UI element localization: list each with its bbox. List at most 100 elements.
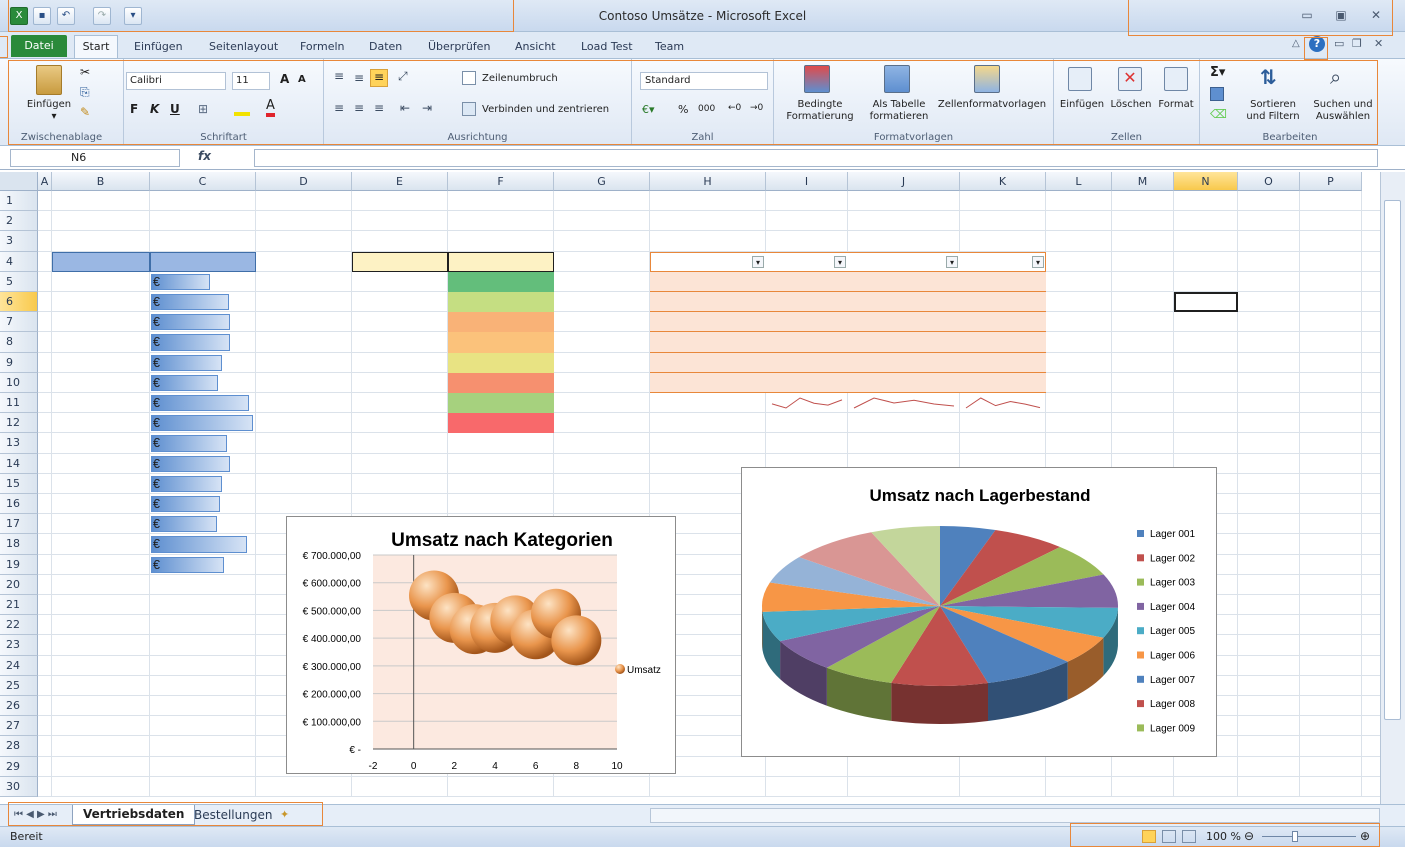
tab-datei[interactable]: Datei [11,35,67,57]
fahrraeder-cell[interactable] [769,292,846,312]
column-header-l[interactable]: L [1046,172,1112,191]
kategorie-cell[interactable] [355,373,446,393]
kategorie-umsatz-cell[interactable] [451,373,552,393]
column-header-b[interactable]: B [52,172,150,191]
kategorie-cell[interactable] [355,312,446,332]
mountainbike-cell[interactable] [851,332,958,352]
mountainbike-cell[interactable] [851,353,958,373]
umsatz-cell[interactable] [164,353,264,373]
column-header-d[interactable]: D [256,172,352,191]
row-header[interactable]: 4 [0,251,38,272]
row-header[interactable]: 9 [0,352,38,373]
vertical-scrollbar[interactable] [1380,172,1405,804]
lagerfach-cell[interactable] [55,514,148,534]
column-header-f[interactable]: F [448,172,554,191]
row-header[interactable]: 25 [0,675,38,696]
verkauf-cell[interactable] [653,373,764,393]
column-header-m[interactable]: M [1112,172,1174,191]
row-header[interactable]: 28 [0,736,38,757]
rennraeder-cell[interactable] [963,312,1044,332]
kategorie-umsatz-cell[interactable] [451,332,552,352]
s3-header-2[interactable] [851,252,958,272]
column-header-p[interactable]: P [1300,172,1362,191]
row-header[interactable]: 11 [0,393,38,414]
tab-ansicht[interactable]: Ansicht [505,37,566,57]
column-header-h[interactable]: H [650,172,766,191]
row-header[interactable]: 14 [0,453,38,474]
umsatz-cell[interactable] [164,555,264,575]
umsatz-cell[interactable] [164,312,264,332]
umsatz-cell[interactable] [164,373,264,393]
umsatz-cell[interactable] [164,514,264,534]
row-header[interactable]: 30 [0,776,38,797]
s2-header-umsatz[interactable] [451,252,552,272]
kategorie-cell[interactable] [355,332,446,352]
mountainbike-cell[interactable] [851,373,958,393]
filter-dropdown-icon[interactable]: ▾ [1032,255,1044,268]
lagerfach-cell[interactable] [55,494,148,514]
formula-input[interactable] [254,149,1378,167]
lagerfach-cell[interactable] [55,393,148,413]
umsatz-cell[interactable] [164,494,264,514]
wb-close-icon[interactable]: ✕ [1374,37,1383,50]
s1-header-lagerfach[interactable] [55,252,148,272]
kategorie-umsatz-cell[interactable] [451,292,552,312]
kategorie-cell[interactable] [355,393,446,413]
select-all-corner[interactable] [0,172,38,191]
row-header[interactable]: 29 [0,756,38,777]
fahrraeder-cell[interactable] [769,272,846,292]
filter-dropdown-icon[interactable]: ▾ [834,255,846,268]
column-header-j[interactable]: J [848,172,960,191]
verkauf-cell[interactable] [653,353,764,373]
verkauf-cell[interactable] [653,292,764,312]
row-header[interactable]: 1 [0,191,38,212]
rennraeder-cell[interactable] [963,292,1044,312]
fx-icon[interactable]: fx [198,149,211,163]
tab-daten[interactable]: Daten [359,37,412,57]
row-header[interactable]: 10 [0,372,38,393]
scroll-thumb[interactable] [1384,200,1401,720]
row-header[interactable]: 3 [0,231,38,252]
wb-restore-icon[interactable]: ❐ [1352,37,1362,50]
column-header-a[interactable]: A [38,172,52,191]
lagerfach-cell[interactable] [55,312,148,332]
lagerfach-cell[interactable] [55,332,148,352]
lagerfach-cell[interactable] [55,454,148,474]
row-header[interactable]: 24 [0,655,38,676]
row-header[interactable]: 2 [0,211,38,232]
umsatz-cell[interactable] [164,474,264,494]
umsatz-cell[interactable] [164,454,264,474]
mountainbike-cell[interactable] [851,312,958,332]
row-header[interactable]: 15 [0,473,38,494]
bubble-chart[interactable]: € - € 100.000,00 € 200.000,00 € 300.000,00 €… [286,516,676,774]
tab-einfuegen[interactable]: Einfügen [124,37,193,57]
lagerfach-cell[interactable] [55,413,148,433]
lagerfach-cell[interactable] [55,292,148,312]
row-header[interactable]: 16 [0,494,38,515]
kategorie-cell[interactable] [355,272,446,292]
kategorie-umsatz-cell[interactable] [451,272,552,292]
umsatz-cell[interactable] [164,292,264,312]
row-header[interactable]: 17 [0,514,38,535]
tab-team[interactable]: Team [645,37,694,57]
row-header[interactable]: 13 [0,433,38,454]
fahrraeder-cell[interactable] [769,332,846,352]
tab-ueberpruefen[interactable]: Überprüfen [418,37,500,57]
lagerfach-cell[interactable] [55,272,148,292]
lagerfach-cell[interactable] [55,433,148,453]
rennraeder-cell[interactable] [963,272,1044,292]
column-header-c[interactable]: C [150,172,256,191]
lagerfach-cell[interactable] [55,474,148,494]
fahrraeder-cell[interactable] [769,373,846,393]
filter-dropdown-icon[interactable]: ▾ [946,255,958,268]
fahrraeder-cell[interactable] [769,312,846,332]
lagerfach-cell[interactable] [55,534,148,554]
row-header[interactable]: 5 [0,271,38,292]
lagerfach-cell[interactable] [55,555,148,575]
selected-cell[interactable] [1174,292,1238,313]
pie-chart[interactable]: Umsatz nach Lagerbestand Lager 001 Lager 0… [741,467,1217,757]
tab-formeln[interactable]: Formeln [290,37,355,57]
row-header[interactable]: 23 [0,635,38,656]
filter-dropdown-icon[interactable]: ▾ [752,255,764,268]
verkauf-cell[interactable] [653,312,764,332]
